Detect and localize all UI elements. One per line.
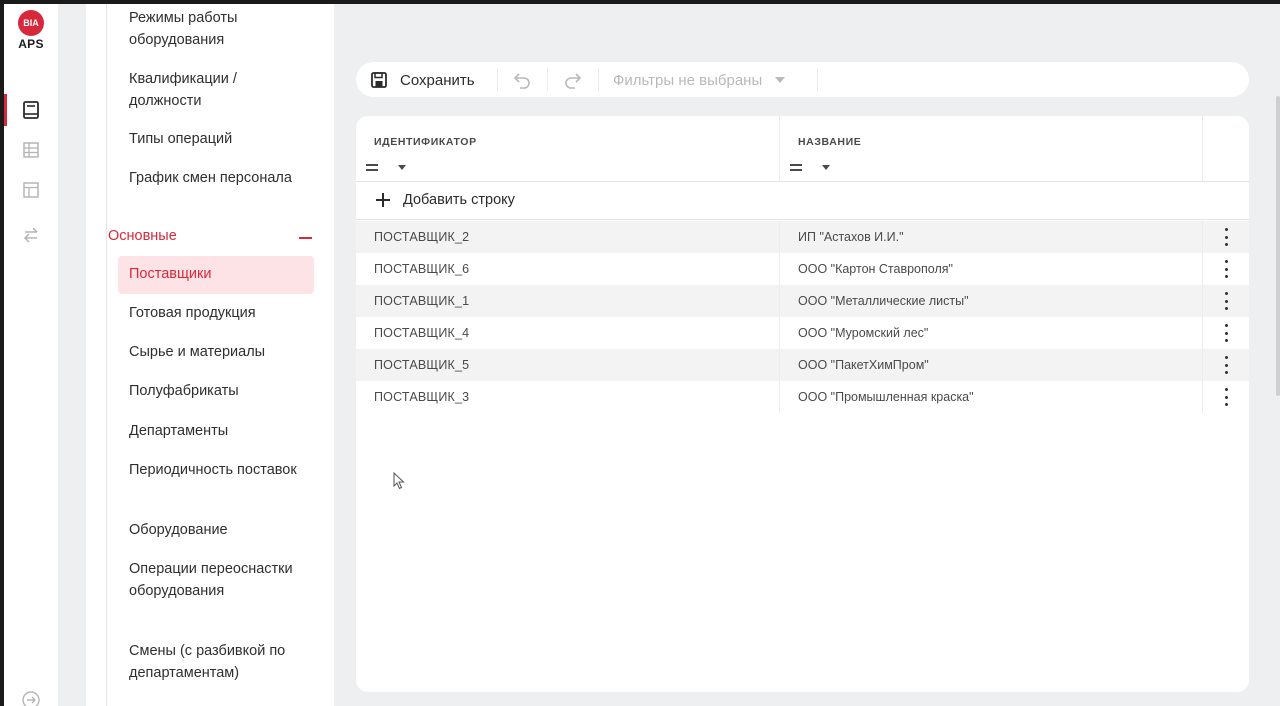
- sidebar-item-changeover-operations[interactable]: Операции переоснастки оборудования: [129, 559, 309, 602]
- more-vertical-icon[interactable]: [1220, 324, 1232, 342]
- toolbar: Сохранить Фильтры не выбраны: [356, 62, 1249, 97]
- cell-name: ООО "ПакетХимПром": [798, 358, 929, 372]
- cell-id: ПОСТАВЩИК_1: [374, 294, 470, 308]
- table-body: ПОСТАВЩИК_2 ИП "Астахов И.И." ПОСТАВЩИК_…: [356, 221, 1249, 413]
- table-row[interactable]: ПОСТАВЩИК_6 ООО "Картон Ставрополя": [356, 253, 1249, 285]
- column-divider: [1202, 221, 1203, 253]
- column-divider: [779, 317, 780, 349]
- sidebar-item-qualifications[interactable]: Квалификации / должности: [129, 69, 309, 112]
- collapse-minus-icon[interactable]: [299, 237, 312, 239]
- logo-badge: BIA: [18, 10, 44, 36]
- more-vertical-icon[interactable]: [1220, 292, 1232, 310]
- chevron-down-icon: [775, 77, 786, 83]
- table-row[interactable]: ПОСТАВЩИК_1 ООО "Металлические листы": [356, 285, 1249, 317]
- column-divider: [779, 349, 780, 381]
- more-vertical-icon[interactable]: [1220, 228, 1232, 246]
- cell-name: ООО "Металлические листы": [798, 294, 969, 308]
- column-filter-id[interactable]: [366, 164, 406, 171]
- column-divider: [1202, 285, 1203, 317]
- add-row-button[interactable]: Добавить строку: [356, 182, 1249, 220]
- cell-name: ООО "Промышленная краска": [798, 390, 974, 404]
- column-divider: [779, 221, 780, 253]
- equals-icon: [366, 164, 378, 171]
- chevron-down-icon: [822, 165, 830, 170]
- column-header-id[interactable]: ИДЕНТИФИКАТОР: [374, 136, 477, 148]
- filter-placeholder: Фильтры не выбраны: [613, 71, 763, 89]
- sidebar-item-equipment-modes[interactable]: Режимы работы оборудования: [129, 8, 309, 51]
- page-scrollbar[interactable]: [1276, 96, 1280, 396]
- undo-icon[interactable]: [512, 70, 532, 90]
- rail-item-book[interactable]: [4, 92, 58, 128]
- cell-id: ПОСТАВЩИК_6: [374, 262, 470, 276]
- sidebar-item-delivery-periodicity[interactable]: Периодичность поставок: [129, 460, 309, 482]
- column-divider: [779, 381, 780, 413]
- sidebar-item-departments[interactable]: Департаменты: [129, 421, 309, 443]
- toolbar-divider: [497, 68, 498, 91]
- column-divider: [779, 285, 780, 317]
- app-logo[interactable]: BIA APS: [17, 10, 45, 51]
- column-header-name[interactable]: НАЗВАНИЕ: [798, 136, 861, 148]
- toolbar-divider: [598, 68, 599, 91]
- equals-icon: [790, 164, 802, 171]
- sidebar-item-suppliers[interactable]: Поставщики: [129, 264, 309, 286]
- column-filter-name[interactable]: [790, 164, 830, 171]
- sidebar: Режимы работы оборудования Квалификации …: [86, 4, 334, 706]
- table-icon: [23, 142, 39, 158]
- logo-text: APS: [18, 37, 44, 51]
- toolbar-divider: [817, 68, 818, 91]
- save-label: Сохранить: [400, 71, 475, 89]
- column-divider: [1202, 116, 1203, 182]
- sidebar-item-shifts-by-department[interactable]: Смены (с разбивкой по департаментам): [129, 641, 309, 684]
- sidebar-item-operation-types[interactable]: Типы операций: [129, 129, 309, 151]
- filter-dropdown[interactable]: Фильтры не выбраны: [613, 70, 786, 90]
- layout-icon: [23, 182, 39, 198]
- sidebar-item-finished-products[interactable]: Готовая продукция: [129, 303, 309, 325]
- toolbar-divider: [547, 68, 548, 91]
- rail-item-table[interactable]: [4, 132, 58, 168]
- table-row[interactable]: ПОСТАВЩИК_5 ООО "ПакетХимПром": [356, 349, 1249, 381]
- cell-id: ПОСТАВЩИК_5: [374, 358, 470, 372]
- cell-id: ПОСТАВЩИК_4: [374, 326, 470, 340]
- chevron-down-icon: [398, 165, 406, 170]
- sidebar-item-shift-schedule[interactable]: График смен персонала: [129, 168, 309, 190]
- column-divider: [1202, 317, 1203, 349]
- sidebar-item-raw-materials[interactable]: Сырье и материалы: [129, 342, 309, 364]
- sidebar-item-equipment[interactable]: Оборудование: [129, 520, 309, 542]
- more-vertical-icon[interactable]: [1220, 388, 1232, 406]
- column-divider: [1202, 253, 1203, 285]
- rail-item-transfer[interactable]: [4, 217, 58, 253]
- sidebar-group-main[interactable]: Основные: [108, 228, 314, 248]
- redo-icon[interactable]: [563, 70, 583, 90]
- suppliers-table: ИДЕНТИФИКАТОР НАЗВАНИЕ Добавить строку П…: [356, 116, 1249, 692]
- cell-name: ИП "Астахов И.И.": [798, 230, 904, 244]
- rail-item-layout[interactable]: [4, 172, 58, 208]
- column-divider: [779, 116, 780, 182]
- icon-rail: BIA APS: [4, 4, 58, 706]
- save-button[interactable]: Сохранить: [370, 70, 475, 90]
- arrow-right-circle-icon[interactable]: [21, 690, 41, 706]
- mouse-cursor-icon: [393, 472, 405, 490]
- cell-id: ПОСТАВЩИК_2: [374, 230, 470, 244]
- table-row[interactable]: ПОСТАВЩИК_3 ООО "Промышленная краска": [356, 381, 1249, 413]
- column-divider: [1202, 349, 1203, 381]
- sidebar-item-semi-finished[interactable]: Полуфабрикаты: [129, 381, 309, 403]
- table-row[interactable]: ПОСТАВЩИК_4 ООО "Муромский лес": [356, 317, 1249, 349]
- cell-name: ООО "Картон Ставрополя": [798, 262, 953, 276]
- sidebar-tree-line: [106, 4, 107, 706]
- plus-icon: [376, 193, 390, 207]
- transfer-icon: [23, 227, 38, 243]
- cell-name: ООО "Муромский лес": [798, 326, 929, 340]
- more-vertical-icon[interactable]: [1220, 356, 1232, 374]
- column-divider: [779, 253, 780, 285]
- table-row[interactable]: ПОСТАВЩИК_2 ИП "Астахов И.И.": [356, 221, 1249, 253]
- column-divider: [1202, 381, 1203, 413]
- book-icon: [23, 101, 39, 119]
- floppy-disk-icon: [371, 72, 387, 88]
- sidebar-group-label: Основные: [108, 228, 177, 244]
- cell-id: ПОСТАВЩИК_3: [374, 390, 470, 404]
- add-row-label: Добавить строку: [403, 192, 515, 208]
- more-vertical-icon[interactable]: [1220, 260, 1232, 278]
